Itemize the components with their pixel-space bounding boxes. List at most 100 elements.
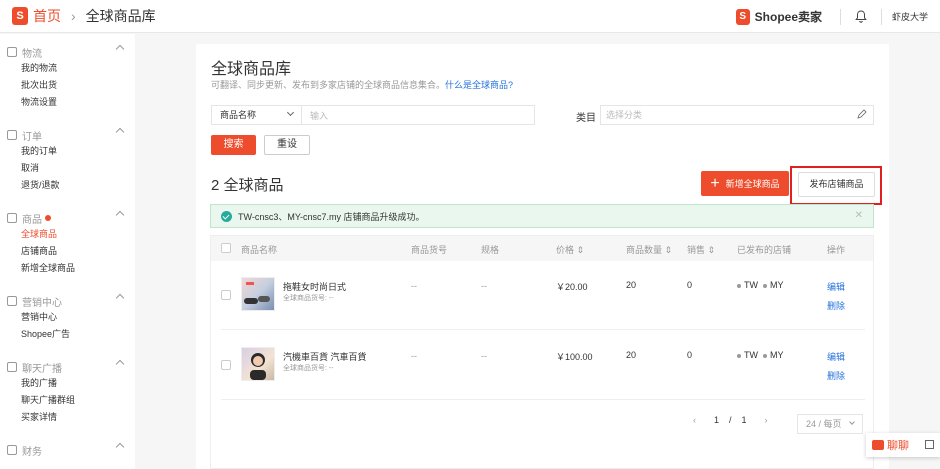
page-title: 全球商品库 — [211, 61, 292, 78]
product-thumbnail[interactable] — [241, 277, 275, 311]
sidebar-item-shop-products[interactable]: 店铺商品 — [0, 243, 135, 260]
sidebar-group-marketing: 营销中心 营销中心 Shopee广告 — [0, 277, 135, 343]
product-code: -- — [411, 281, 417, 291]
sidebar-item-cancel[interactable]: 取消 — [0, 160, 135, 177]
product-count-title: 2 全球商品 — [211, 177, 284, 194]
shop-tw: TW — [744, 280, 758, 290]
sidebar-item-my-broadcast[interactable]: 我的广播 — [0, 375, 135, 392]
chevron-up-icon[interactable] — [115, 127, 125, 137]
product-sales: 0 — [687, 280, 693, 290]
header-quantity[interactable]: 商品数量 ⇕ — [626, 243, 672, 256]
pencil-icon[interactable] — [857, 109, 867, 119]
chat-bubble-icon — [872, 440, 884, 450]
sidebar-group-header[interactable]: 订单 — [0, 127, 135, 143]
shopee-logo-icon[interactable]: S — [12, 7, 28, 25]
breadcrumb-current: 全球商品库 — [85, 8, 156, 24]
sidebar-group-title: 订单 — [22, 131, 42, 143]
sidebar-item-shopee-ads[interactable]: Shopee广告 — [0, 326, 135, 343]
delete-link[interactable]: 删除 — [827, 299, 845, 312]
sidebar-group-title: 商品 — [22, 214, 42, 226]
page-size-select[interactable]: 24 / 每页 — [797, 414, 863, 434]
product-thumbnail[interactable] — [241, 347, 275, 381]
chevron-up-icon[interactable] — [115, 210, 125, 220]
sidebar-item-global-products[interactable]: 全球商品 — [0, 226, 135, 243]
sidebar: 物流 我的物流 批次出货 物流设置 订单 我的订单 取消 退货/退款 商品 全球… — [0, 34, 135, 469]
chat-label: 聊聊 — [887, 440, 909, 452]
sidebar-group-products: 商品 全球商品 店铺商品 新增全球商品 — [0, 194, 135, 277]
shop-my: MY — [770, 350, 784, 360]
close-icon[interactable]: ✕ — [855, 210, 863, 221]
sidebar-group-header[interactable]: 商品 — [0, 210, 135, 226]
shop-tw: TW — [744, 350, 758, 360]
main-card: 全球商品库 可翻译、同步更新、发布到多家店铺的全球商品信息集合。什么是全球商品?… — [196, 44, 889, 469]
sidebar-item-returns[interactable]: 退货/退款 — [0, 177, 135, 194]
shop-my: MY — [770, 280, 784, 290]
product-info: 汽機車百貨 汽車百貨 全球商品货号: -- — [283, 350, 367, 373]
sidebar-item-marketing-center[interactable]: 营销中心 — [0, 309, 135, 326]
notification-bell-icon[interactable] — [841, 10, 881, 23]
sidebar-group-header[interactable]: 营销中心 — [0, 293, 135, 309]
product-sku: 全球商品货号: -- — [283, 365, 334, 372]
brand-name: Shopee卖家 — [754, 10, 822, 24]
wallet-icon — [7, 445, 17, 455]
breadcrumb-home[interactable]: 首页 — [33, 6, 61, 26]
product-price: ￥100.00 — [556, 352, 593, 362]
sidebar-item-batch-shipping[interactable]: 批次出货 — [0, 77, 135, 94]
name-filter: 商品名称 输入 — [211, 105, 535, 125]
sidebar-group-orders: 订单 我的订单 取消 退货/退款 — [0, 111, 135, 194]
add-global-product-button[interactable]: + 新增全球商品 — [701, 171, 789, 196]
row-checkbox[interactable] — [221, 360, 231, 370]
sidebar-group-header[interactable]: 聊天广播 — [0, 359, 135, 375]
person-image-icon — [250, 353, 266, 380]
chevron-up-icon[interactable] — [115, 359, 125, 369]
sidebar-item-logistics-settings[interactable]: 物流设置 — [0, 94, 135, 111]
product-name[interactable]: 拖鞋女时尚日式 — [283, 280, 346, 293]
header-sku: 商品货号 — [411, 245, 448, 255]
filter-field-select[interactable]: 商品名称 — [212, 106, 302, 124]
chevron-up-icon[interactable] — [115, 293, 125, 303]
product-name[interactable]: 汽機車百貨 汽車百貨 — [283, 350, 367, 363]
product-quantity: 20 — [626, 280, 637, 290]
sidebar-item-broadcast-groups[interactable]: 聊天广播群组 — [0, 392, 135, 409]
sidebar-item-add-global-product[interactable]: 新增全球商品 — [0, 260, 135, 277]
category-placeholder: 选择分类 — [606, 110, 643, 120]
slipper-image-icon — [244, 282, 270, 304]
shop-dot — [763, 353, 768, 358]
header-price[interactable]: 价格 ⇕ — [556, 243, 584, 256]
select-all-checkbox[interactable] — [221, 243, 231, 253]
edit-link[interactable]: 编辑 — [827, 280, 845, 293]
what-is-global-product-link[interactable]: 什么是全球商品? — [445, 80, 513, 90]
chevron-up-icon[interactable] — [115, 44, 125, 54]
delete-link[interactable]: 删除 — [827, 369, 845, 382]
category-picker[interactable]: 选择分类 — [600, 105, 874, 125]
category-label: 类目 — [576, 113, 596, 124]
user-menu[interactable]: 虾皮大学 — [892, 10, 930, 23]
sidebar-item-buyer-details[interactable]: 买家详情 — [0, 409, 135, 426]
publish-shop-product-button[interactable]: 发布店铺商品 — [798, 172, 875, 197]
header-published-shops: 已发布的店铺 — [737, 245, 792, 255]
chevron-right-icon[interactable]: › — [765, 415, 768, 425]
reset-button[interactable]: 重设 — [264, 135, 310, 155]
header-actions: 操作 — [827, 245, 846, 255]
chevron-left-icon[interactable]: ‹ — [693, 415, 696, 425]
sidebar-group-header[interactable]: 财务 — [0, 442, 135, 458]
sidebar-group-broadcast: 聊天广播 我的广播 聊天广播群组 买家详情 — [0, 343, 135, 426]
page-subtitle: 可翻译、同步更新、发布到多家店铺的全球商品信息集合。什么是全球商品? — [211, 78, 513, 91]
search-button[interactable]: 搜索 — [211, 135, 256, 155]
product-sales: 0 — [687, 350, 693, 360]
row-checkbox[interactable] — [221, 290, 231, 300]
shop-dot — [763, 283, 768, 288]
truck-icon — [7, 47, 17, 57]
minimize-icon[interactable] — [925, 440, 934, 449]
chat-widget[interactable]: 聊聊 — [866, 433, 940, 457]
edit-link[interactable]: 编辑 — [827, 350, 845, 363]
sidebar-item-my-logistics[interactable]: 我的物流 — [0, 60, 135, 77]
pagination: ‹ 1 / 1 › — [693, 415, 768, 425]
filter-field-value: 商品名称 — [220, 110, 257, 120]
sidebar-item-my-orders[interactable]: 我的订单 — [0, 143, 135, 160]
search-input[interactable]: 输入 — [302, 109, 534, 122]
header-sales[interactable]: 销售 ⇕ — [687, 243, 715, 256]
sidebar-group-header[interactable]: 物流 — [0, 44, 135, 60]
table-header: 商品名称 商品货号 规格 价格 ⇕ 商品数量 ⇕ 销售 ⇕ 已发布的店铺 操作 — [211, 236, 873, 261]
chevron-up-icon[interactable] — [115, 442, 125, 452]
